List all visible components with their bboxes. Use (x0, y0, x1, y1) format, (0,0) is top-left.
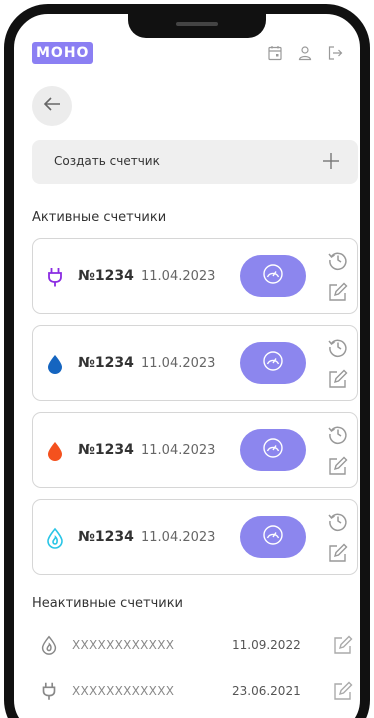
submit-reading-button[interactable] (240, 429, 306, 471)
history-icon[interactable] (327, 510, 349, 532)
meter-card: №1234 11.04.2023 (32, 499, 358, 575)
meter-number: №1234 (78, 355, 134, 371)
history-icon[interactable] (327, 423, 349, 445)
gauge-icon (261, 436, 285, 464)
edit-icon[interactable] (327, 455, 349, 477)
inactive-meter-code: XXXXXXXXXXXX (72, 638, 175, 652)
edit-icon[interactable] (327, 281, 349, 303)
plug-icon (38, 680, 60, 702)
gas-drop-icon (38, 634, 60, 656)
water-drop-icon (43, 352, 67, 376)
meter-date: 11.04.2023 (141, 530, 216, 545)
logout-icon[interactable] (326, 44, 344, 62)
meter-actions (327, 336, 351, 400)
logo: МОНО (32, 42, 94, 64)
phone-frame: МОНО Создать счетчик Активные счетчики №… (4, 4, 370, 718)
meter-actions (327, 423, 351, 487)
gas-drop-icon (43, 526, 67, 550)
submit-reading-button[interactable] (240, 255, 306, 297)
gauge-icon (261, 262, 285, 290)
meter-card: №1234 11.04.2023 (32, 325, 358, 401)
edit-icon[interactable] (327, 542, 349, 564)
active-meters-title: Активные счетчики (32, 210, 167, 225)
meter-actions (327, 249, 351, 313)
create-meter-button[interactable]: Создать счетчик (32, 140, 358, 184)
meter-number: №1234 (78, 529, 134, 545)
meter-number: №1234 (78, 442, 134, 458)
edit-icon[interactable] (327, 368, 349, 390)
inactive-meters-title: Неактивные счетчики (32, 596, 183, 611)
history-icon[interactable] (327, 336, 349, 358)
inactive-meter-row: XXXXXXXXXXXX 11.09.2022 (32, 632, 358, 662)
user-icon[interactable] (296, 44, 314, 62)
arrow-left-icon (41, 93, 63, 119)
screen: МОНО Создать счетчик Активные счетчики №… (14, 14, 360, 718)
meter-card: №1234 11.04.2023 (32, 412, 358, 488)
plus-icon (320, 150, 342, 172)
inactive-meter-date: 11.09.2022 (232, 638, 301, 652)
inactive-meter-date: 23.06.2021 (232, 684, 301, 698)
meter-date: 11.04.2023 (141, 443, 216, 458)
header: МОНО (32, 42, 344, 66)
meter-date: 11.04.2023 (141, 356, 216, 371)
edit-icon[interactable] (332, 680, 354, 702)
header-icons (266, 44, 344, 62)
gauge-icon (261, 523, 285, 551)
history-icon[interactable] (327, 249, 349, 271)
edit-icon[interactable] (332, 634, 354, 656)
hot-water-drop-icon (43, 439, 67, 463)
create-meter-label: Создать счетчик (54, 154, 160, 168)
plug-icon (43, 265, 67, 289)
meter-number: №1234 (78, 268, 134, 284)
submit-reading-button[interactable] (240, 516, 306, 558)
back-button[interactable] (32, 86, 72, 126)
phone-notch (128, 14, 266, 38)
meter-card: №1234 11.04.2023 (32, 238, 358, 314)
inactive-meter-row: XXXXXXXXXXXX 23.06.2021 (32, 678, 358, 708)
meter-date: 11.04.2023 (141, 269, 216, 284)
gauge-icon (261, 349, 285, 377)
inactive-meter-code: XXXXXXXXXXXX (72, 684, 175, 698)
submit-reading-button[interactable] (240, 342, 306, 384)
calendar-icon[interactable] (266, 44, 284, 62)
meter-actions (327, 510, 351, 574)
